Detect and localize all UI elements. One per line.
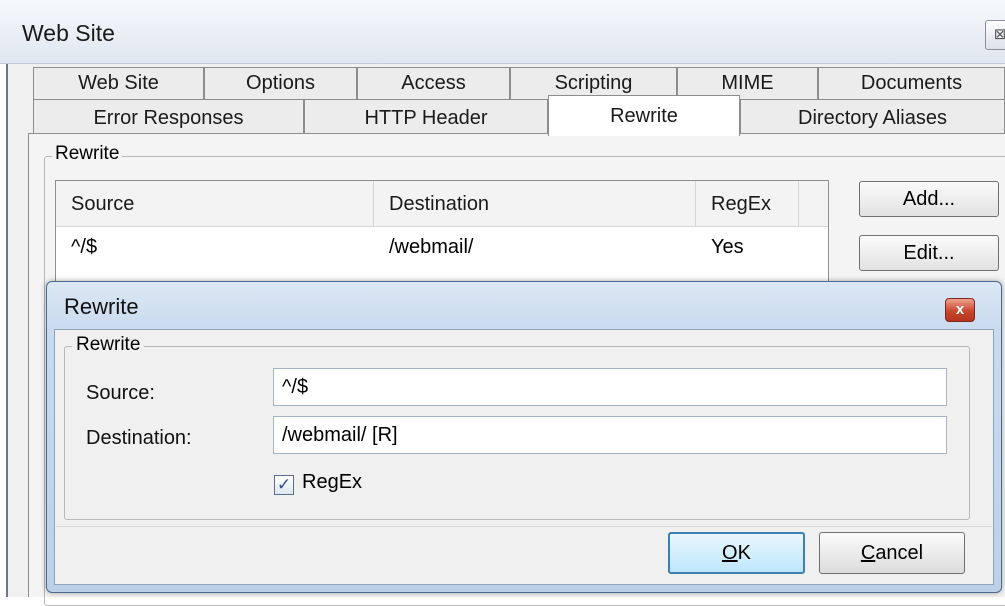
column-header-source[interactable]: Source xyxy=(56,181,374,227)
outer-window-title: Web Site xyxy=(22,20,115,46)
checkmark-icon: ✓ xyxy=(276,475,292,494)
dialog-title: Rewrite xyxy=(64,294,139,319)
add-button[interactable]: Add... xyxy=(859,181,999,217)
tab-access[interactable]: Access xyxy=(357,67,510,99)
tab-directory-aliases[interactable]: Directory Aliases xyxy=(740,99,1005,133)
tab-web-site[interactable]: Web Site xyxy=(33,67,204,99)
rewrite-rule-list[interactable]: Source Destination RegEx ^/$ /webmail/ Y… xyxy=(55,180,829,295)
source-label: Source: xyxy=(86,382,155,404)
close-icon: x xyxy=(955,301,965,318)
cancel-button[interactable]: Cancel xyxy=(819,532,965,574)
rewrite-group-label: Rewrite xyxy=(52,143,123,165)
tab-http-header[interactable]: HTTP Header xyxy=(304,99,548,133)
column-header-destination[interactable]: Destination xyxy=(374,181,696,227)
regex-checkbox-label[interactable]: RegEx xyxy=(302,471,362,494)
tab-documents[interactable]: Documents xyxy=(818,67,1005,99)
outer-close-button[interactable]: ⊠ xyxy=(985,20,1005,50)
tab-options[interactable]: Options xyxy=(204,67,357,99)
regex-checkbox[interactable]: ✓ xyxy=(274,475,294,495)
tab-error-responses[interactable]: Error Responses xyxy=(33,99,304,133)
cell-destination: /webmail/ xyxy=(374,229,696,265)
source-input[interactable] xyxy=(273,368,947,406)
destination-input[interactable] xyxy=(273,416,947,454)
dialog-close-button[interactable]: x xyxy=(945,298,975,322)
cancel-mnemonic: C xyxy=(860,542,876,564)
ok-label-rest: K xyxy=(737,542,751,564)
cell-regex: Yes xyxy=(696,229,799,265)
dialog-group-label: Rewrite xyxy=(72,334,145,356)
cancel-label-rest: ancel xyxy=(875,542,924,564)
destination-label: Destination: xyxy=(86,427,192,449)
tab-rewrite[interactable]: Rewrite xyxy=(548,95,740,136)
ok-button[interactable]: OK xyxy=(668,532,805,574)
column-header-regex[interactable]: RegEx xyxy=(696,181,799,227)
ok-mnemonic: O xyxy=(722,542,738,564)
close-icon: ⊠ xyxy=(993,26,1005,43)
dialog-divider xyxy=(56,526,992,527)
outer-title-bar xyxy=(0,0,1005,64)
column-header-filler xyxy=(799,181,828,227)
cell-source: ^/$ xyxy=(56,229,374,265)
edit-button[interactable]: Edit... xyxy=(859,235,999,271)
